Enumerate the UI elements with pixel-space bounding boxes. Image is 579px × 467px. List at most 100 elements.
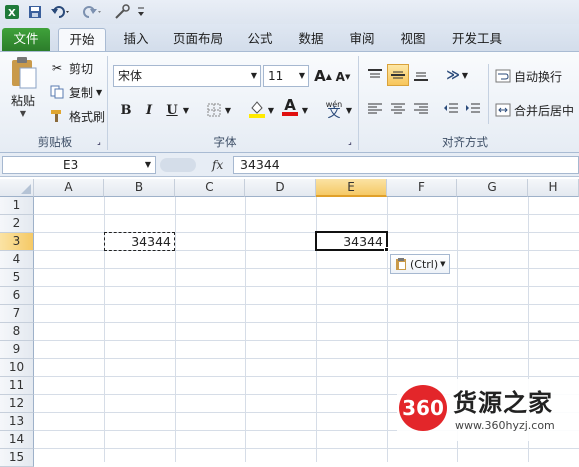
row-header-5[interactable]: 5 <box>0 269 34 287</box>
chevron-down-icon[interactable]: ▼ <box>460 66 470 84</box>
column-header-d[interactable]: D <box>245 179 316 197</box>
tab-developer[interactable]: 开发工具 <box>444 28 510 51</box>
chevron-down-icon[interactable]: ▼ <box>266 101 276 119</box>
chevron-down-icon[interactable]: ▼ <box>223 101 233 119</box>
font-size-select[interactable]: 11 ▼ <box>263 65 309 87</box>
tab-insert[interactable]: 插入 <box>116 28 156 51</box>
column-header-e[interactable]: E <box>316 179 387 197</box>
row-header-13[interactable]: 13 <box>0 413 34 431</box>
copy-button[interactable]: 复制 ▼ <box>48 82 102 102</box>
customize-icon[interactable] <box>112 3 132 21</box>
brush-icon <box>48 109 66 123</box>
formula-bar: E3 ▼ fx 34344 <box>0 153 579 177</box>
alignment-group-label: 对齐方式 <box>442 135 488 149</box>
align-right-icon[interactable] <box>412 100 430 118</box>
underline-button[interactable]: U <box>163 101 181 119</box>
excel-logo-icon: X <box>2 3 22 21</box>
tab-formulas[interactable]: 公式 <box>240 28 280 51</box>
column-header-g[interactable]: G <box>457 179 528 197</box>
name-box[interactable]: E3 ▼ <box>2 156 156 174</box>
align-top-icon[interactable] <box>366 66 384 84</box>
cell-b3[interactable]: 34344 <box>104 232 175 251</box>
save-icon[interactable] <box>26 3 44 21</box>
watermark-logo: 360 <box>399 385 447 431</box>
tab-home[interactable]: 开始 <box>58 28 106 51</box>
bold-button[interactable]: B <box>117 101 135 119</box>
row-header-9[interactable]: 9 <box>0 341 34 359</box>
gridline <box>34 358 579 359</box>
merge-center-button[interactable]: 合并后居中 <box>494 100 574 120</box>
fill-color-icon[interactable] <box>248 99 266 118</box>
align-middle-icon[interactable] <box>387 64 409 86</box>
redo-icon[interactable] <box>80 3 106 21</box>
align-left-icon[interactable] <box>366 100 384 118</box>
ribbon-tabs: 文件 开始 插入 页面布局 公式 数据 审阅 视图 开发工具 <box>0 24 579 51</box>
row-header-12[interactable]: 12 <box>0 395 34 413</box>
column-header-f[interactable]: F <box>387 179 457 197</box>
column-header-a[interactable]: A <box>34 179 104 197</box>
chevron-down-icon[interactable]: ▼ <box>344 101 354 119</box>
italic-button[interactable]: I <box>140 101 158 119</box>
row-header-3[interactable]: 3 <box>0 233 34 251</box>
paste-icon <box>12 57 37 89</box>
dialog-launcher-icon[interactable]: ⌟ <box>94 136 104 146</box>
format-painter-button[interactable]: 格式刷 <box>48 106 105 126</box>
chevron-down-icon[interactable]: ▼ <box>181 101 191 119</box>
paste-options-button[interactable]: (Ctrl) ▼ <box>390 254 450 274</box>
qat-dropdown-icon[interactable] <box>136 3 146 21</box>
font-name-select[interactable]: 宋体 ▼ <box>113 65 261 87</box>
wrap-text-button[interactable]: 自动换行 <box>494 66 562 86</box>
row-header-7[interactable]: 7 <box>0 305 34 323</box>
row-header-15[interactable]: 15 <box>0 449 34 467</box>
row-header-11[interactable]: 11 <box>0 377 34 395</box>
undo-icon[interactable] <box>48 3 74 21</box>
font-color-icon[interactable]: A <box>281 98 299 116</box>
ribbon: 粘贴 ▼ ✂ 剪切 复制 ▼ 格式刷 剪贴板 ⌟ 宋体 ▼ 11 ▼ A ▲ A ▼… <box>0 51 579 153</box>
align-bottom-icon[interactable] <box>412 66 430 84</box>
shrink-font-glyph: A <box>335 70 345 84</box>
column-header-b[interactable]: B <box>104 179 175 197</box>
divider <box>488 64 489 124</box>
row-header-1[interactable]: 1 <box>0 197 34 215</box>
cell-e3[interactable]: 34344 <box>315 231 388 251</box>
tab-page-layout[interactable]: 页面布局 <box>165 28 231 51</box>
wrap-text-label: 自动换行 <box>514 69 563 84</box>
row-header-10[interactable]: 10 <box>0 359 34 377</box>
chevron-down-icon[interactable]: ▼ <box>300 101 310 119</box>
cut-button[interactable]: ✂ 剪切 <box>48 58 93 78</box>
shrink-font-icon[interactable]: A ▼ <box>334 68 352 86</box>
clipboard-icon <box>396 258 406 270</box>
row-header-2[interactable]: 2 <box>0 215 34 233</box>
wrap-text-icon <box>494 69 512 83</box>
row-header-14[interactable]: 14 <box>0 431 34 449</box>
dialog-launcher-icon[interactable]: ⌟ <box>345 136 355 146</box>
tab-view[interactable]: 视图 <box>393 28 433 51</box>
increase-indent-icon[interactable] <box>464 100 482 118</box>
align-center-icon[interactable] <box>389 100 407 118</box>
grow-font-icon[interactable]: A ▲ <box>314 67 332 85</box>
formula-input[interactable]: 34344 <box>233 156 579 174</box>
row-header-6[interactable]: 6 <box>0 287 34 305</box>
chevron-down-icon: ▼ <box>250 71 257 80</box>
row-header-8[interactable]: 8 <box>0 323 34 341</box>
divider <box>107 56 108 150</box>
formula-bar-splitter[interactable] <box>160 158 196 172</box>
fill-handle[interactable] <box>384 247 389 252</box>
column-header-c[interactable]: C <box>175 179 245 197</box>
decrease-indent-icon[interactable] <box>442 100 460 118</box>
gridline <box>245 197 246 462</box>
insert-function-icon[interactable]: fx <box>212 156 223 174</box>
svg-text:X: X <box>8 8 16 19</box>
column-header-h[interactable]: H <box>528 179 579 197</box>
tab-data[interactable]: 数据 <box>291 28 331 51</box>
phonetic-icon[interactable]: wén 文 <box>322 98 346 120</box>
select-all-corner[interactable] <box>0 179 34 197</box>
tab-file[interactable]: 文件 <box>2 28 50 51</box>
paste-label: 粘贴 <box>10 94 35 108</box>
borders-icon[interactable] <box>205 101 223 119</box>
chevron-down-icon: ▼ <box>440 260 446 268</box>
row-header-4[interactable]: 4 <box>0 251 34 269</box>
tab-review[interactable]: 审阅 <box>342 28 382 51</box>
paste-button[interactable]: 粘贴 ▼ <box>4 56 42 126</box>
spreadsheet-grid[interactable]: A B C D E F G H 1 2 3 4 5 6 7 8 9 10 11 … <box>0 179 579 467</box>
